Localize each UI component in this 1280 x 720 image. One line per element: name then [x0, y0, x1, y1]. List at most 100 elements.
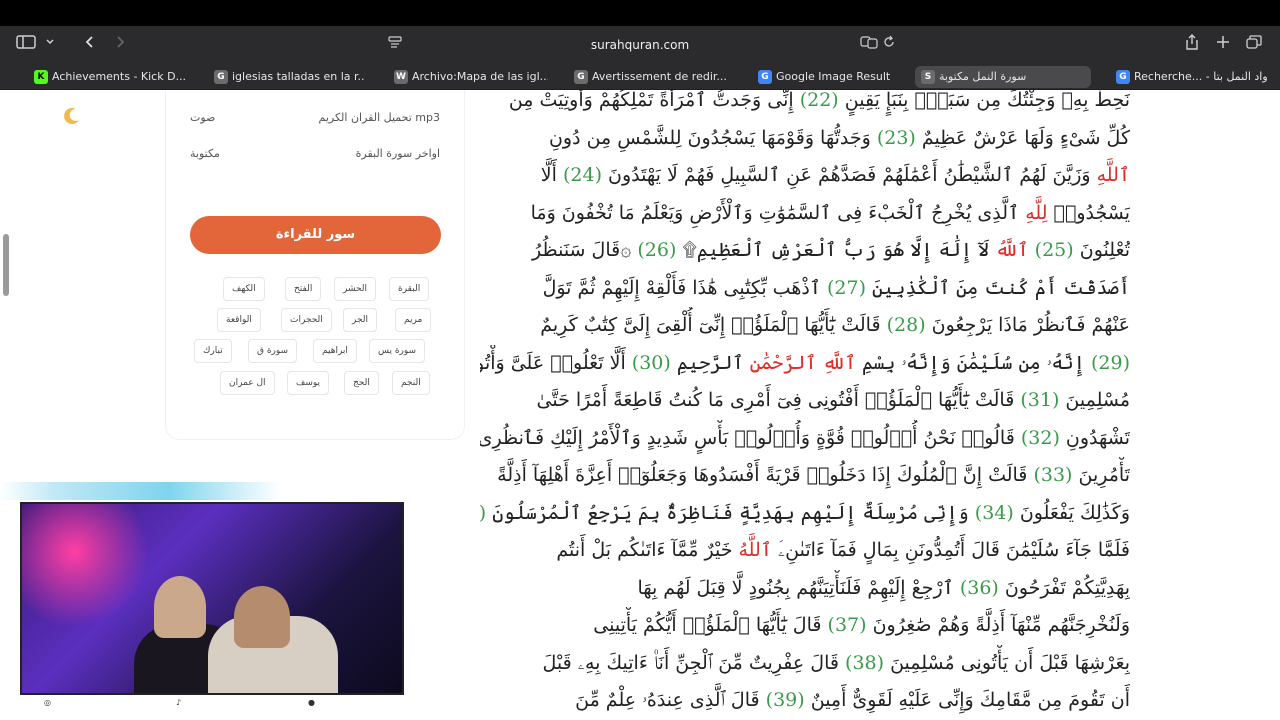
verse-line: كُلِّ شَىْءٍ وَلَهَا عَرْشٌ عَظِيمٌ (23)…	[480, 120, 1130, 158]
verse-line: فَلَمَّا جَآءَ سُلَيْمَٰنَ قَالَ أَتُمِد…	[480, 532, 1130, 570]
surah-chip[interactable]: البقرة	[389, 277, 430, 301]
share-icon[interactable]	[1182, 34, 1202, 56]
chevron-down-icon[interactable]	[42, 34, 58, 56]
surah-chip[interactable]: سورة ق	[248, 339, 298, 363]
tab-label: Achievements - Kick D...	[52, 70, 187, 83]
tab-redirect[interactable]: G Avertissement de redir...	[568, 66, 728, 88]
surah-chip[interactable]: يوسف	[287, 371, 330, 395]
moon-icon[interactable]	[62, 106, 82, 130]
google-icon: G	[574, 70, 588, 84]
verse-line: وَكَذَٰلِكَ يَفْعَلُونَ (34) وَإِنِّى مُ…	[480, 495, 1130, 533]
verse-text: وَزَيَّنَ لَهُمُ ٱلشَّيْطَٰنُ أَعْمَٰلَه…	[601, 164, 1097, 186]
verse-text: وَكَذَٰلِكَ يَفْعَلُونَ	[1013, 501, 1130, 524]
tab-wikipedia[interactable]: W Archivo:Mapa de las igl...	[388, 66, 548, 88]
verse-text: ٱرْجِعْ إِلَيْهِمْ فَلَنَأْتِيَنَّهُم بِ…	[637, 576, 960, 599]
verse-text: وَلَنُخْرِجَنَّهُم مِّنْهَآ أَذِلَّةً وَ…	[866, 614, 1130, 636]
surah-chip[interactable]: ال عمران	[220, 371, 275, 395]
ayah-number: (33)	[1033, 464, 1073, 486]
forward-icon[interactable]	[110, 34, 130, 56]
browser-toolbar: surahquran.com	[0, 26, 1280, 64]
surah-chip[interactable]: الحشر	[334, 277, 377, 301]
verse-line: مُسْلِمِينَ (31) قَالَتْ يَٰٓأَيُّهَا ٱل…	[480, 382, 1130, 420]
verse-line: أَصَدَقْتَ أَمْ كُنتَ مِنَ ٱلْكَٰذِبِينَ…	[480, 270, 1130, 308]
reload-icon[interactable]	[880, 34, 898, 56]
verse-text: وَإِنِّى مُرْسِلَةٌ إِلَيْهِم بِهَدِيَّة…	[486, 501, 975, 524]
ayah-number: (32)	[1020, 426, 1060, 449]
divine-name-link[interactable]: ٱللَّهِ ٱلرَّحْمَٰنِ	[750, 352, 856, 374]
tab-label: iglesias talladas en la r...	[232, 70, 364, 83]
tiktok-icon: ♪	[176, 698, 182, 707]
verse-line: أَن تَقُومَ مِن مَّقَامِكَ وَإِنِّى عَلَ…	[480, 682, 1130, 720]
verse-text: قَالَتْ يَٰٓأَيُّهَا ٱلْمَلَؤُا۟ أَفْتُو…	[536, 389, 1021, 411]
sidebar-icon[interactable]	[14, 34, 38, 56]
verse-text: يَسْجُدُوا۟	[1047, 201, 1130, 224]
plus-icon[interactable]	[1213, 34, 1233, 56]
scrollbar-thumb[interactable]	[3, 234, 9, 296]
verse-line: ٱللَّهِ وَزَيَّنَ لَهُمُ ٱلشَّيْطَٰنُ أَ…	[480, 157, 1130, 195]
site-icon: S	[921, 70, 935, 84]
google-icon: G	[758, 70, 772, 84]
surah-chip[interactable]: الفتح	[285, 277, 322, 301]
verse-line: (29) إِنَّهُۥ مِن سُلَيْمَٰنَ وَإِنَّهُۥ…	[480, 345, 1130, 383]
tab-google-image[interactable]: G Google Image Result	[752, 66, 902, 88]
sidebar-link-baqarah-end[interactable]: اواخر سورة البقرة	[314, 147, 440, 160]
verse-text: تَأْمُرِينَ	[1072, 464, 1131, 486]
ayah-number: (27)	[826, 276, 866, 299]
verse-text: قَالَتْ يَٰٓأَيُّهَا ٱلْمَلَؤُا۟ إِنِّىٓ…	[540, 314, 887, 336]
divine-name-link[interactable]: لِلَّهِ	[1025, 202, 1047, 224]
divine-name-link[interactable]: ٱللَّهِ	[1097, 164, 1130, 186]
instagram-icon: ◎	[44, 698, 51, 707]
ayah-number: (36)	[959, 576, 999, 599]
tab-surah-naml[interactable]: S سورة النمل مكتوبة	[915, 66, 1091, 88]
verse-text: إِنَّهُۥ مِن سُلَيْمَٰنَ وَإِنَّهُۥ بِسْ…	[855, 351, 1091, 374]
ayah-number: (37)	[827, 614, 867, 636]
ayah-number: (24)	[562, 164, 602, 186]
tab-label: Google Image Result	[776, 70, 891, 83]
google-icon: G	[214, 70, 228, 84]
surah-chip[interactable]: ابراهيم	[313, 339, 357, 363]
surah-chip[interactable]: الواقعة	[217, 308, 261, 332]
ayah-number: (34)	[974, 501, 1014, 524]
verse-text: تُعْلِنُونَ	[1073, 239, 1130, 261]
surah-chip[interactable]: الحج	[344, 371, 379, 395]
sidebar-link-mp3[interactable]: تحميل القران الكريم mp3	[314, 111, 440, 124]
verse-line: عَنْهُمْ فَٱنظُرْ مَاذَا يَرْجِعُونَ (28…	[480, 307, 1130, 345]
surah-chip[interactable]: سورة يس	[369, 339, 426, 363]
verse-text: خَيْرٌ مِّمَّآ ءَاتَىٰكُم بَلْ أَنتُم	[556, 539, 739, 561]
ayah-number: (31)	[1020, 389, 1060, 411]
surah-chip[interactable]: الكهف	[223, 277, 265, 301]
verse-line: بِهَدِيَّتِكُمْ تَفْرَحُونَ (36) ٱرْجِعْ…	[480, 570, 1130, 608]
tabs-icon[interactable]	[1244, 34, 1264, 56]
verse-text: تَشْهَدُونِ	[1059, 426, 1130, 449]
address-bar[interactable]: surahquran.com	[380, 32, 900, 58]
verse-text: ٱلَّذِى يُخْرِجُ ٱلْخَبْءَ فِى ٱلسَّمَٰو…	[530, 201, 1026, 224]
surah-chip[interactable]: الحجرات	[281, 308, 332, 332]
divine-name-link[interactable]: ٱللَّهُ	[739, 539, 772, 561]
verse-line: تَشْهَدُونِ (32) قَالُوا۟ نَحْنُ أُو۟لُو…	[480, 420, 1130, 458]
ayah-number: (25)	[1034, 239, 1074, 261]
divine-name-link[interactable]: ٱللَّهُ	[995, 239, 1028, 261]
surah-chip[interactable]: مريم	[395, 308, 432, 332]
verse-text: ٱلرَّحِيمِ	[670, 351, 750, 374]
social-bar: ◎ ♪ ●	[20, 695, 404, 711]
surah-chip[interactable]: الجر	[343, 308, 378, 332]
verse-line: بِعَرْشِهَا قَبْلَ أَن يَأْتُونِى مُسْلِ…	[480, 645, 1130, 683]
verse-text: ٱذْهَب بِّكِتَٰبِى هَٰذَا فَأَلْقِهْ إِل…	[542, 276, 827, 299]
tab-label: سورة النمل مكتوبة	[939, 70, 1027, 83]
read-surahs-button[interactable]: سور للقراءة	[190, 216, 441, 254]
surah-chip[interactable]: تبارك	[194, 339, 232, 363]
tab-iglesias[interactable]: G iglesias talladas en la r...	[208, 66, 364, 88]
verse-text: وَجَدتُّهَا وَقَوْمَهَا يَسْجُدُونَ لِلش…	[548, 126, 877, 149]
person-right-head	[234, 586, 290, 648]
verse-text: أَن تَقُومَ مِن مَّقَامِكَ وَإِنِّى عَلَ…	[804, 689, 1130, 711]
translate-icon[interactable]	[858, 34, 880, 56]
back-icon[interactable]	[80, 34, 100, 56]
sidebar-row-label: مكتوبة	[190, 147, 220, 160]
sidebar-row-label: صوت	[190, 111, 216, 124]
verse-line: تَأْمُرِينَ (33) قَالَتْ إِنَّ ٱلْمُلُوك…	[480, 457, 1130, 495]
surah-chip[interactable]: النجم	[392, 371, 430, 395]
verse-text: مُسْلِمِينَ	[1059, 389, 1130, 411]
verse-text: فَلَمَّا جَآءَ سُلَيْمَٰنَ قَالَ أَتُمِد…	[771, 539, 1130, 561]
tab-kick[interactable]: K Achievements - Kick D...	[28, 66, 206, 88]
tab-recherche[interactable]: G Recherche... - واد النمل بتا	[1110, 66, 1280, 88]
